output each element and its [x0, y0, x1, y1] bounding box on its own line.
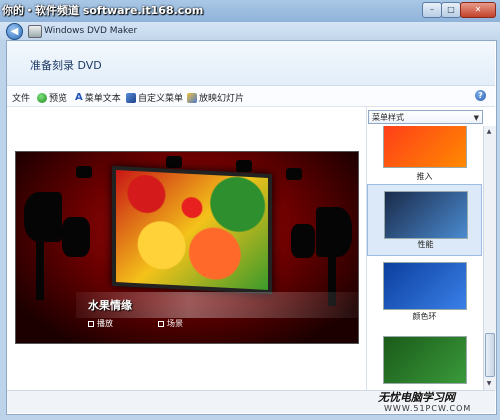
menu-style-list: 推入 性能 颜色环	[367, 126, 482, 390]
stage-light-stand-left	[36, 240, 44, 300]
ceiling-light	[236, 160, 252, 172]
style-item-label: 性能	[417, 240, 434, 249]
style-thumbnail	[384, 191, 468, 239]
toolbar-preview-label: 预览	[49, 94, 68, 104]
watermark-bottom: 无忧电脑学习网	[378, 391, 455, 404]
style-item-label: 颜色环	[412, 312, 437, 321]
scroll-up-icon[interactable]: ▲	[483, 126, 495, 137]
scenes-option-marker	[158, 320, 164, 327]
toolbar-file[interactable]: 文件	[12, 91, 30, 104]
watermark-url: WWW.51PCW.COM	[384, 404, 472, 413]
toolbar-menu-text-label: 菜单文本	[84, 94, 121, 104]
style-thumbnail	[383, 126, 467, 168]
fruit-image	[116, 170, 268, 290]
back-button[interactable]: ◀	[6, 23, 23, 40]
slideshow-icon	[187, 92, 197, 103]
ceiling-light	[76, 166, 92, 178]
style-item-4[interactable]	[367, 332, 482, 390]
menu-style-dropdown[interactable]: 菜单样式 ▼	[368, 110, 483, 124]
minimize-button[interactable]: –	[422, 2, 442, 18]
toolbar-slideshow-label: 放映幻灯片	[199, 94, 245, 104]
style-thumbnail	[383, 336, 467, 384]
style-item-label: 推入	[416, 172, 433, 181]
navigation-bar: ◀ Windows DVD Maker	[0, 22, 500, 40]
help-icon[interactable]: ?	[475, 90, 486, 101]
dvd-menu-scenes[interactable]: 场景	[158, 318, 183, 329]
stage-light-right	[291, 224, 315, 258]
style-thumbnail	[383, 262, 467, 310]
scenes-option-label: 场景	[167, 319, 183, 328]
style-item-performance[interactable]: 性能	[367, 184, 482, 256]
toolbar-file-label: 文件	[12, 94, 31, 104]
close-button[interactable]: ✕	[460, 2, 496, 18]
stage-light-left	[24, 192, 62, 242]
dvd-menu-title: 水果情缘	[88, 299, 132, 312]
text-a-icon: A	[75, 92, 83, 103]
chevron-down-icon: ▼	[473, 114, 479, 122]
dvd-menu-play[interactable]: 播放	[88, 318, 113, 329]
customize-menu-icon	[126, 92, 136, 103]
play-icon	[37, 92, 47, 103]
toolbar-slideshow[interactable]: 放映幻灯片	[187, 91, 244, 104]
stage-light-left-2	[62, 217, 90, 257]
dvd-menu-preview: 水果情缘 播放 场景	[15, 151, 359, 344]
menu-style-dropdown-value: 菜单样式	[372, 113, 404, 122]
watermark-top: 你的・软件频道 software.it168.com	[2, 4, 204, 17]
ceiling-light	[166, 156, 182, 168]
play-option-marker	[88, 320, 94, 327]
toolbar-menu-text[interactable]: A 菜单文本	[75, 91, 121, 104]
window-title: Windows DVD Maker	[44, 26, 138, 36]
toolbar-customize-menu-label: 自定义菜单	[138, 94, 184, 104]
toolbar-preview[interactable]: 预览	[37, 91, 67, 104]
style-item-color-ring[interactable]: 颜色环	[367, 258, 482, 330]
play-option-label: 播放	[97, 319, 113, 328]
ceiling-light	[286, 168, 302, 180]
scrollbar-thumb[interactable]	[485, 333, 495, 377]
style-item-push[interactable]: 推入	[367, 126, 482, 188]
video-screen	[112, 165, 272, 295]
page-title: 准备刻录 DVD	[30, 59, 102, 72]
maximize-button[interactable]: □	[441, 2, 461, 18]
stage-light-right-2	[316, 207, 352, 257]
dvd-maker-app-icon	[28, 25, 42, 38]
scroll-down-icon[interactable]: ▼	[483, 378, 495, 389]
toolbar-customize-menu[interactable]: 自定义菜单	[126, 91, 183, 104]
